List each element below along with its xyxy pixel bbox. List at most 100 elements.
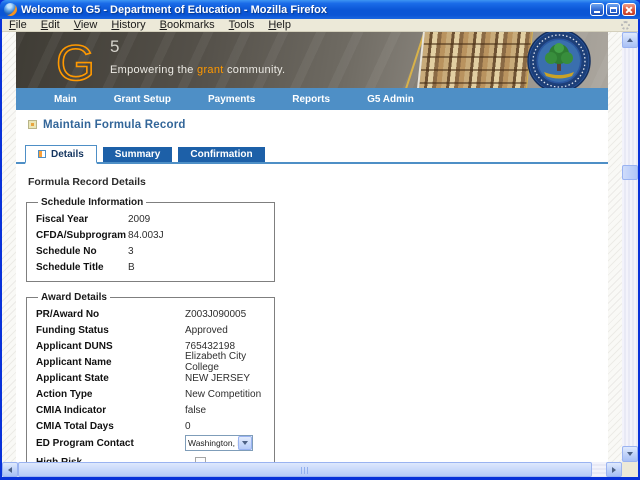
- field-row: Applicant Name Elizabeth City College: [36, 354, 274, 370]
- title-bar: Welcome to G5 - Department of Education …: [0, 0, 640, 19]
- field-label: ED Program Contact: [36, 438, 185, 449]
- tab-label: Summary: [115, 149, 161, 160]
- field-value: 0: [185, 421, 191, 432]
- logo-5-icon: 5: [110, 37, 119, 56]
- chevron-right-icon: [612, 467, 616, 473]
- scrollbar-corner: [622, 462, 638, 477]
- field-value: Z003J090005: [185, 309, 246, 320]
- nav-item[interactable]: Main: [54, 94, 77, 105]
- chevron-left-icon: [8, 467, 12, 473]
- scroll-right-button[interactable]: [606, 462, 622, 477]
- minimize-button[interactable]: [590, 3, 604, 16]
- window-controls: [590, 3, 636, 16]
- menu-item[interactable]: Tools: [222, 19, 262, 32]
- tab-label: Details: [51, 149, 84, 160]
- page-viewport: G 5 Empowering the grant community.: [2, 32, 622, 462]
- main-area: Maintain Formula Record Details Summary: [16, 118, 608, 462]
- field-value: false: [185, 405, 206, 416]
- field-label: CMIA Indicator: [36, 405, 185, 416]
- field-value: Elizabeth City College: [185, 351, 274, 373]
- maximize-icon: [610, 7, 617, 13]
- nav-item[interactable]: G5 Admin: [367, 94, 414, 105]
- menu-item[interactable]: File: [2, 19, 34, 32]
- nav-item[interactable]: Grant Setup: [114, 94, 171, 105]
- chevron-down-icon: [627, 452, 633, 456]
- bookshelf-photo: [417, 32, 533, 88]
- main-nav: Main Grant Setup Payments Reports G5 Adm…: [16, 88, 608, 110]
- vertical-scrollbar[interactable]: [622, 32, 638, 462]
- field-label: Schedule Title: [36, 262, 128, 273]
- page-title: Maintain Formula Record: [43, 119, 186, 131]
- horizontal-scrollbar[interactable]: [2, 462, 622, 477]
- field-row: CMIA Total Days 0: [36, 418, 274, 434]
- field-label: PR/Award No: [36, 309, 185, 320]
- browser-window: Welcome to G5 - Department of Education …: [0, 0, 640, 480]
- field-row: Action Type New Competition: [36, 386, 274, 402]
- field-row: PR/Award No Z003J090005: [36, 306, 274, 322]
- schedule-fields: Fiscal Year 2009 CFDA/Subprogram 84.003J…: [36, 211, 274, 275]
- field-label: CFDA/Subprogram: [36, 230, 128, 241]
- scroll-down-button[interactable]: [622, 446, 638, 462]
- g5-logo: G 5: [54, 36, 138, 84]
- chevron-up-icon: [627, 38, 633, 42]
- page-bullet-icon: [28, 120, 37, 129]
- field-row: CFDA/Subprogram 84.003J: [36, 227, 274, 243]
- menu-item[interactable]: History: [104, 19, 152, 32]
- ed-program-contact-select[interactable]: Washington, Ed: [185, 435, 253, 451]
- field-label: Funding Status: [36, 325, 185, 336]
- field-label: Fiscal Year: [36, 214, 128, 225]
- scroll-left-button[interactable]: [2, 462, 18, 477]
- menu-item[interactable]: Help: [261, 19, 298, 32]
- tab[interactable]: Confirmation: [178, 147, 264, 162]
- field-value: Approved: [185, 325, 228, 336]
- details-tab-icon: [38, 150, 46, 158]
- minimize-icon: [594, 11, 600, 13]
- field-value: NEW JERSEY: [185, 373, 250, 384]
- field-row: Funding Status Approved: [36, 322, 274, 338]
- chevron-down-icon: [242, 441, 248, 445]
- menu-item[interactable]: View: [67, 19, 105, 32]
- field-value: 765432198: [185, 341, 235, 352]
- maximize-button[interactable]: [606, 3, 620, 16]
- menu-bar: File Edit View History Bookmarks Tools H…: [2, 19, 638, 32]
- field-label: Schedule No: [36, 246, 128, 257]
- field-row: CMIA Indicator false: [36, 402, 274, 418]
- tab[interactable]: Details: [25, 145, 97, 164]
- select-dropdown-button[interactable]: [238, 436, 252, 450]
- field-label: Applicant State: [36, 373, 185, 384]
- field-value: New Competition: [185, 389, 261, 400]
- page-content: G 5 Empowering the grant community.: [16, 32, 608, 462]
- page-title-row: Maintain Formula Record: [28, 118, 608, 131]
- firefox-icon[interactable]: [1, 0, 19, 18]
- throbber-icon: [621, 21, 630, 30]
- field-label: Applicant DUNS: [36, 341, 185, 352]
- field-value: 2009: [128, 214, 150, 225]
- field-row: Fiscal Year 2009: [36, 211, 274, 227]
- section-heading: Formula Record Details: [28, 176, 608, 188]
- high-risk-row: High Risk: [36, 454, 274, 462]
- award-details-legend: Award Details: [38, 292, 110, 303]
- tab[interactable]: Summary: [103, 147, 173, 162]
- menu-item[interactable]: Edit: [34, 19, 67, 32]
- tab-label: Confirmation: [190, 149, 252, 160]
- tab-bar: Details Summary Confirmation: [16, 145, 608, 164]
- g5-banner: G 5 Empowering the grant community.: [16, 32, 608, 88]
- field-value: 84.003J: [128, 230, 164, 241]
- window-title: Welcome to G5 - Department of Education …: [21, 4, 590, 16]
- field-label: Action Type: [36, 389, 185, 400]
- vertical-scroll-thumb[interactable]: [622, 165, 638, 180]
- close-button[interactable]: [622, 3, 636, 16]
- field-row: Schedule No 3: [36, 243, 274, 259]
- selected-contact: Washington, Ed: [186, 438, 238, 448]
- scroll-up-button[interactable]: [622, 32, 638, 48]
- horizontal-scroll-thumb[interactable]: [18, 462, 592, 477]
- ed-program-contact-row: ED Program Contact Washington, Ed: [36, 434, 274, 452]
- menu-item[interactable]: Bookmarks: [153, 19, 222, 32]
- field-value: B: [128, 262, 135, 273]
- award-fields: PR/Award No Z003J090005 Funding Status A…: [36, 306, 274, 434]
- field-label: CMIA Total Days: [36, 421, 185, 432]
- field-value: 3: [128, 246, 134, 257]
- nav-item[interactable]: Payments: [208, 94, 255, 105]
- nav-item[interactable]: Reports: [292, 94, 330, 105]
- field-row: Applicant State NEW JERSEY: [36, 370, 274, 386]
